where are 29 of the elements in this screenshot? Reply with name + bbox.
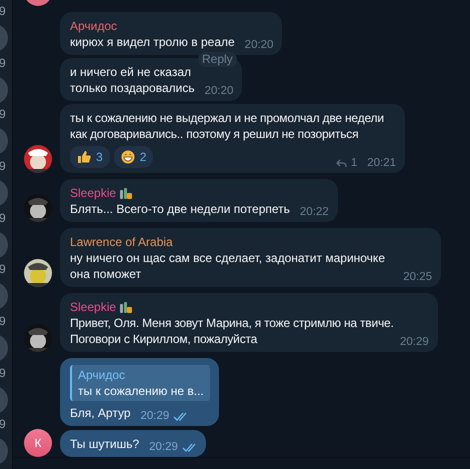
sender-name[interactable]: Sleepkie bbox=[70, 185, 116, 201]
message-time: 20:29 bbox=[140, 409, 170, 424]
quoted-message[interactable]: Арчидос ты к сожалению не в... bbox=[70, 365, 210, 401]
message-time: 20:22 bbox=[300, 205, 329, 220]
message-text: Блять... Всего-то две недели потерпеть bbox=[70, 201, 290, 217]
message-text: Бля, Артур bbox=[70, 405, 130, 421]
message-text: Ты шутишь? bbox=[70, 436, 140, 452]
thumbs-up-icon bbox=[77, 150, 91, 164]
grinning-face-icon bbox=[120, 150, 135, 164]
reaction-chip[interactable]: 3 bbox=[70, 146, 110, 168]
message-time: 20:25 bbox=[403, 270, 432, 285]
sender-name[interactable]: Sleepkie bbox=[70, 299, 116, 315]
reply-tooltip[interactable]: Reply bbox=[198, 52, 237, 67]
sender-name[interactable]: Арчидос bbox=[70, 18, 118, 34]
sender-name[interactable]: Lawrence of Arabia bbox=[70, 234, 173, 250]
message-time: 20:29 bbox=[149, 440, 178, 455]
reply-arrow-icon bbox=[336, 158, 347, 168]
message-time: 20:29 bbox=[400, 335, 429, 350]
avatar: К bbox=[24, 429, 52, 457]
message-text: Привет, Оля. Меня зовут Марина, я тоже стримлю на твиче. Поговори с Кириллом, пожалуйста bbox=[70, 315, 395, 347]
message-time: 20:21 bbox=[367, 156, 396, 171]
message-text: ты к сожалению не выдержал и не промолчал две недели как договаривались.. поэтому я решил не позориться bbox=[70, 110, 385, 142]
message-time: 20:20 bbox=[244, 38, 274, 53]
message-text: кирюх я видел тролю в реале bbox=[70, 34, 235, 50]
reply-count[interactable]: 1 bbox=[350, 155, 358, 171]
message-text: ну ничего он щас сам все сделает, задонатит мариночке она поможет bbox=[70, 250, 386, 282]
reaction-chip[interactable]: 2 bbox=[114, 146, 154, 168]
message-text: и ничего ей не сказал только поздаровались bbox=[70, 64, 195, 96]
message-time: 20:20 bbox=[204, 84, 234, 99]
